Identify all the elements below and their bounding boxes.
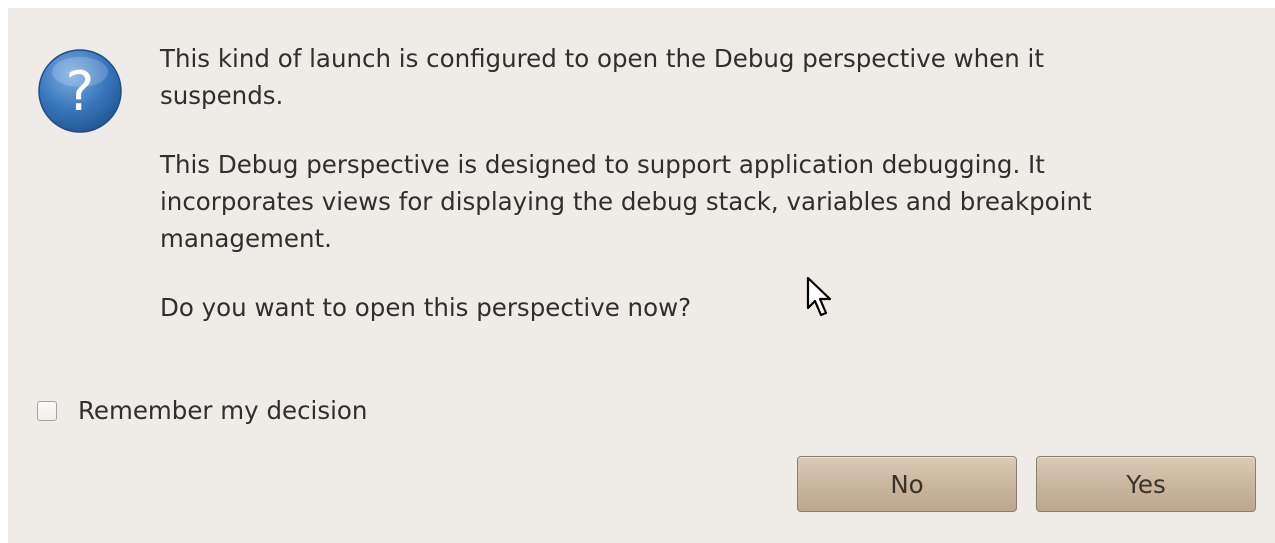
message-paragraph-1: This kind of launch is configured to ope… (160, 44, 1044, 110)
yes-button-label: Yes (1126, 469, 1166, 499)
message-paragraph-3: Do you want to open this perspective now… (160, 293, 692, 322)
message-body: This kind of launch is configured to ope… (160, 40, 1240, 326)
message-paragraph-2: This Debug perspective is designed to su… (160, 150, 1092, 253)
yes-button[interactable]: Yes (1036, 456, 1256, 512)
remember-decision-checkbox[interactable] (37, 400, 57, 421)
remember-decision-option[interactable]: Remember my decision (37, 392, 367, 429)
remember-decision-label: Remember my decision (78, 396, 368, 425)
no-button-label: No (890, 469, 924, 499)
no-button[interactable]: No (797, 456, 1017, 512)
mouse-cursor-icon (806, 276, 832, 317)
dialog: ? This kind of launch is configured to o… (8, 8, 1275, 543)
svg-text:?: ? (66, 60, 95, 123)
question-icon: ? (38, 49, 122, 133)
